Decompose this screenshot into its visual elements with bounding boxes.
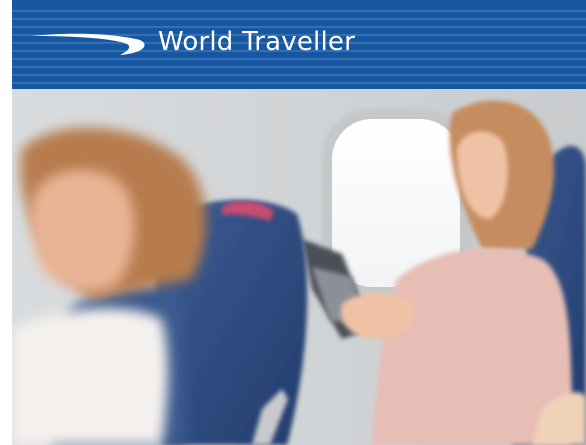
header-banner: World Traveller: [12, 0, 586, 89]
banner-stripe: [12, 74, 586, 76]
banner-stripe: [12, 82, 586, 84]
banner-stripe: [12, 18, 586, 20]
banner-stripe: [12, 58, 586, 60]
aircraft-cabin-passengers-image: [12, 89, 586, 445]
banner-stripe: [12, 66, 586, 68]
page: World Traveller: [0, 0, 586, 445]
banner-stripe: [12, 10, 586, 12]
brand-title: World Traveller: [158, 27, 355, 57]
speedmarque-ribbon-icon: [32, 33, 145, 55]
cabin-scene: [12, 89, 586, 445]
